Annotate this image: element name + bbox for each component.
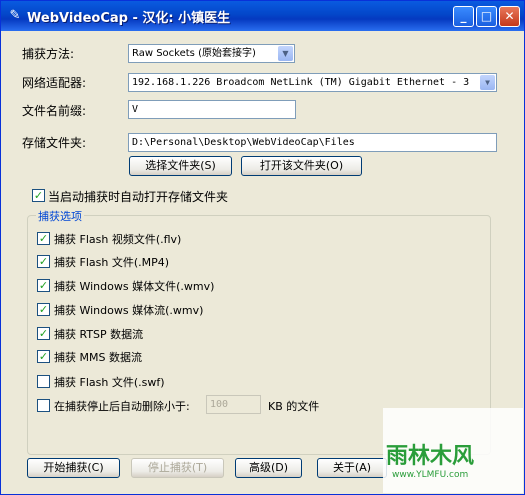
adapter-label: 网络适配器: (22, 76, 87, 90)
method-select[interactable]: Raw Sockets (原始套接字) ▼ (128, 44, 295, 63)
choose-folder-button[interactable]: 选择文件夹(S) (129, 156, 232, 176)
folder-input[interactable]: D:\Personal\Desktop\WebVideoCap\Files (128, 133, 497, 152)
folder-value: D:\Personal\Desktop\WebVideoCap\Files (132, 137, 355, 148)
minimize-icon: _ (460, 9, 467, 23)
maximize-button[interactable]: □ (476, 6, 497, 27)
rtsp-label: 捕获 RTSP 数据流 (54, 328, 144, 341)
method-label: 捕获方法: (22, 47, 75, 61)
chevron-down-icon[interactable]: ▼ (480, 75, 495, 90)
prefix-label: 文件名前缀: (22, 104, 87, 118)
open-folder-button[interactable]: 打开该文件夹(O) (241, 156, 362, 176)
mms-label: 捕获 MMS 数据流 (54, 351, 142, 364)
auto-open-checkbox[interactable]: ✓ (32, 189, 45, 202)
auto-open-label: 当启动捕获时自动打开存储文件夹 (48, 190, 229, 204)
rtsp-checkbox[interactable]: ✓ (37, 327, 50, 340)
about-button[interactable]: 关于(A) (317, 458, 387, 478)
folder-label: 存储文件夹: (22, 136, 87, 150)
maximize-icon: □ (480, 9, 493, 23)
stop-capture-button[interactable]: 停止捕获(T) (131, 458, 224, 478)
swf-checkbox[interactable] (37, 375, 50, 388)
watermark-url: www.YLMFU.com (392, 470, 469, 480)
close-button[interactable]: ✕ (499, 6, 520, 27)
minimize-button[interactable]: _ (453, 6, 474, 27)
prefix-input[interactable]: V (128, 100, 296, 119)
watermark-logo: 雨林木风 (386, 444, 475, 469)
wmv-file-label: 捕获 Windows 媒体文件(.wmv) (54, 280, 215, 293)
title-bar[interactable]: ✎ WebVideoCap - 汉化: 小镇医生 _ □ ✕ (1, 1, 524, 31)
flv-label: 捕获 Flash 视频文件(.flv) (54, 233, 182, 246)
delete-small-checkbox[interactable] (37, 399, 50, 412)
start-capture-button[interactable]: 开始捕获(C) (27, 458, 120, 478)
delete-size-value: 100 (210, 399, 229, 410)
wmv-stream-checkbox[interactable]: ✓ (37, 303, 50, 316)
adapter-value: 192.168.1.226 Broadcom NetLink (TM) Giga… (132, 77, 470, 88)
mms-checkbox[interactable]: ✓ (37, 350, 50, 363)
window-title: WebVideoCap - 汉化: 小镇医生 (27, 11, 231, 26)
wmv-file-checkbox[interactable]: ✓ (37, 279, 50, 292)
mp4-checkbox[interactable]: ✓ (37, 255, 50, 268)
delete-small-label: 在捕获停止后自动删除小于: (54, 400, 190, 413)
delete-size-input[interactable]: 100 (206, 395, 261, 414)
swf-label: 捕获 Flash 文件(.swf) (54, 376, 165, 389)
delete-size-unit: KB 的文件 (268, 400, 320, 413)
capture-options-title: 捕获选项 (36, 208, 84, 224)
app-icon: ✎ (9, 8, 21, 23)
wmv-stream-label: 捕获 Windows 媒体流(.wmv) (54, 304, 204, 317)
flv-checkbox[interactable]: ✓ (37, 232, 50, 245)
method-value: Raw Sockets (原始套接字) (132, 48, 256, 59)
close-icon: ✕ (504, 9, 515, 23)
adapter-select[interactable]: 192.168.1.226 Broadcom NetLink (TM) Giga… (128, 73, 497, 92)
advanced-button[interactable]: 高级(D) (235, 458, 302, 478)
prefix-value: V (132, 104, 139, 115)
chevron-down-icon[interactable]: ▼ (278, 46, 293, 61)
mp4-label: 捕获 Flash 文件(.MP4) (54, 256, 170, 269)
